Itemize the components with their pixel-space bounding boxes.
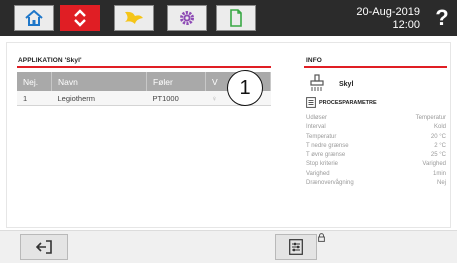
- top-bar: 20-Aug-2019 12:00 ?: [0, 0, 457, 36]
- parameter-value: Varighed: [422, 161, 446, 168]
- datetime: 20-Aug-2019 12:00: [320, 6, 420, 32]
- time-text: 12:00: [392, 19, 420, 31]
- info-title: INFO: [306, 57, 322, 64]
- faucet-icon: [310, 74, 324, 91]
- bottom-bar: [0, 230, 457, 263]
- back-button[interactable]: [20, 234, 68, 260]
- exit-arrow-icon: [36, 240, 52, 254]
- parameter-value: 25 °C: [430, 152, 446, 159]
- parameter-label: Udløser: [306, 115, 328, 121]
- applikation-underline: [17, 66, 271, 68]
- parameter-row: Stop kriterie Varighed: [306, 160, 446, 169]
- parameter-value: 20 °C: [430, 133, 446, 140]
- callout-marker: 1: [227, 70, 263, 106]
- parameter-value: 1min: [432, 170, 446, 177]
- col-header-nej[interactable]: Nej.: [17, 72, 52, 91]
- parameter-value: Temperatur: [415, 115, 446, 121]
- applikation-title: APPLIKATION 'Skyl': [18, 57, 82, 64]
- parameter-label: T øvre grænse: [306, 152, 346, 159]
- parameter-label: Varighed: [306, 170, 330, 177]
- parameter-value: 2 °C: [434, 142, 446, 149]
- parameter-row: T nedre grænse 2 °C: [306, 142, 446, 151]
- col-header-foler[interactable]: Føler: [146, 72, 206, 91]
- parameter-label: Stop kriterie: [306, 161, 339, 168]
- help-button[interactable]: ?: [432, 5, 452, 31]
- procesparametre-title: PROCESPARAMETRE: [319, 100, 377, 106]
- tab-home[interactable]: [14, 5, 54, 31]
- parameter-label: Interval: [306, 124, 326, 131]
- parameter-row: Varighed 1min: [306, 170, 446, 179]
- flame-icon: [125, 11, 143, 24]
- lock-icon: [318, 233, 325, 242]
- cell-navn: Legiotherm: [51, 91, 147, 106]
- gear-icon: [180, 11, 194, 25]
- parameter-value: Nej: [436, 180, 446, 187]
- parameters-icon: [306, 97, 316, 108]
- tab-settings[interactable]: [167, 5, 207, 31]
- parameters-button[interactable]: [275, 234, 317, 260]
- parameter-row: Interval Kold: [306, 123, 446, 132]
- col-header-navn[interactable]: Navn: [51, 72, 147, 91]
- tab-documents[interactable]: [216, 5, 256, 31]
- sliders-icon: [289, 239, 303, 255]
- document-icon: [230, 9, 242, 27]
- parameter-label: Drænovervågning: [306, 180, 354, 187]
- tab-applications[interactable]: [60, 5, 100, 31]
- home-icon: [25, 10, 43, 26]
- parameter-row: Temperatur 20 °C: [306, 133, 446, 142]
- parameter-label: T nedre grænse: [306, 142, 349, 149]
- info-underline: [304, 66, 447, 68]
- cell-foler: PT1000: [146, 91, 206, 106]
- swap-arrows-icon: [74, 9, 86, 27]
- parameter-list: Udløser Temperatur Interval Kold Temperatu…: [306, 114, 446, 188]
- tab-heating[interactable]: [114, 5, 154, 31]
- cell-nej: 1: [17, 91, 52, 106]
- info-application-name: Skyl: [339, 81, 354, 88]
- date-text: 20-Aug-2019: [356, 6, 420, 18]
- parameter-label: Temperatur: [306, 133, 337, 140]
- parameter-row: Udløser Temperatur: [306, 114, 446, 123]
- parameter-row: T øvre grænse 25 °C: [306, 151, 446, 160]
- parameter-row: Drænovervågning Nej: [306, 179, 446, 188]
- parameter-value: Kold: [433, 124, 446, 131]
